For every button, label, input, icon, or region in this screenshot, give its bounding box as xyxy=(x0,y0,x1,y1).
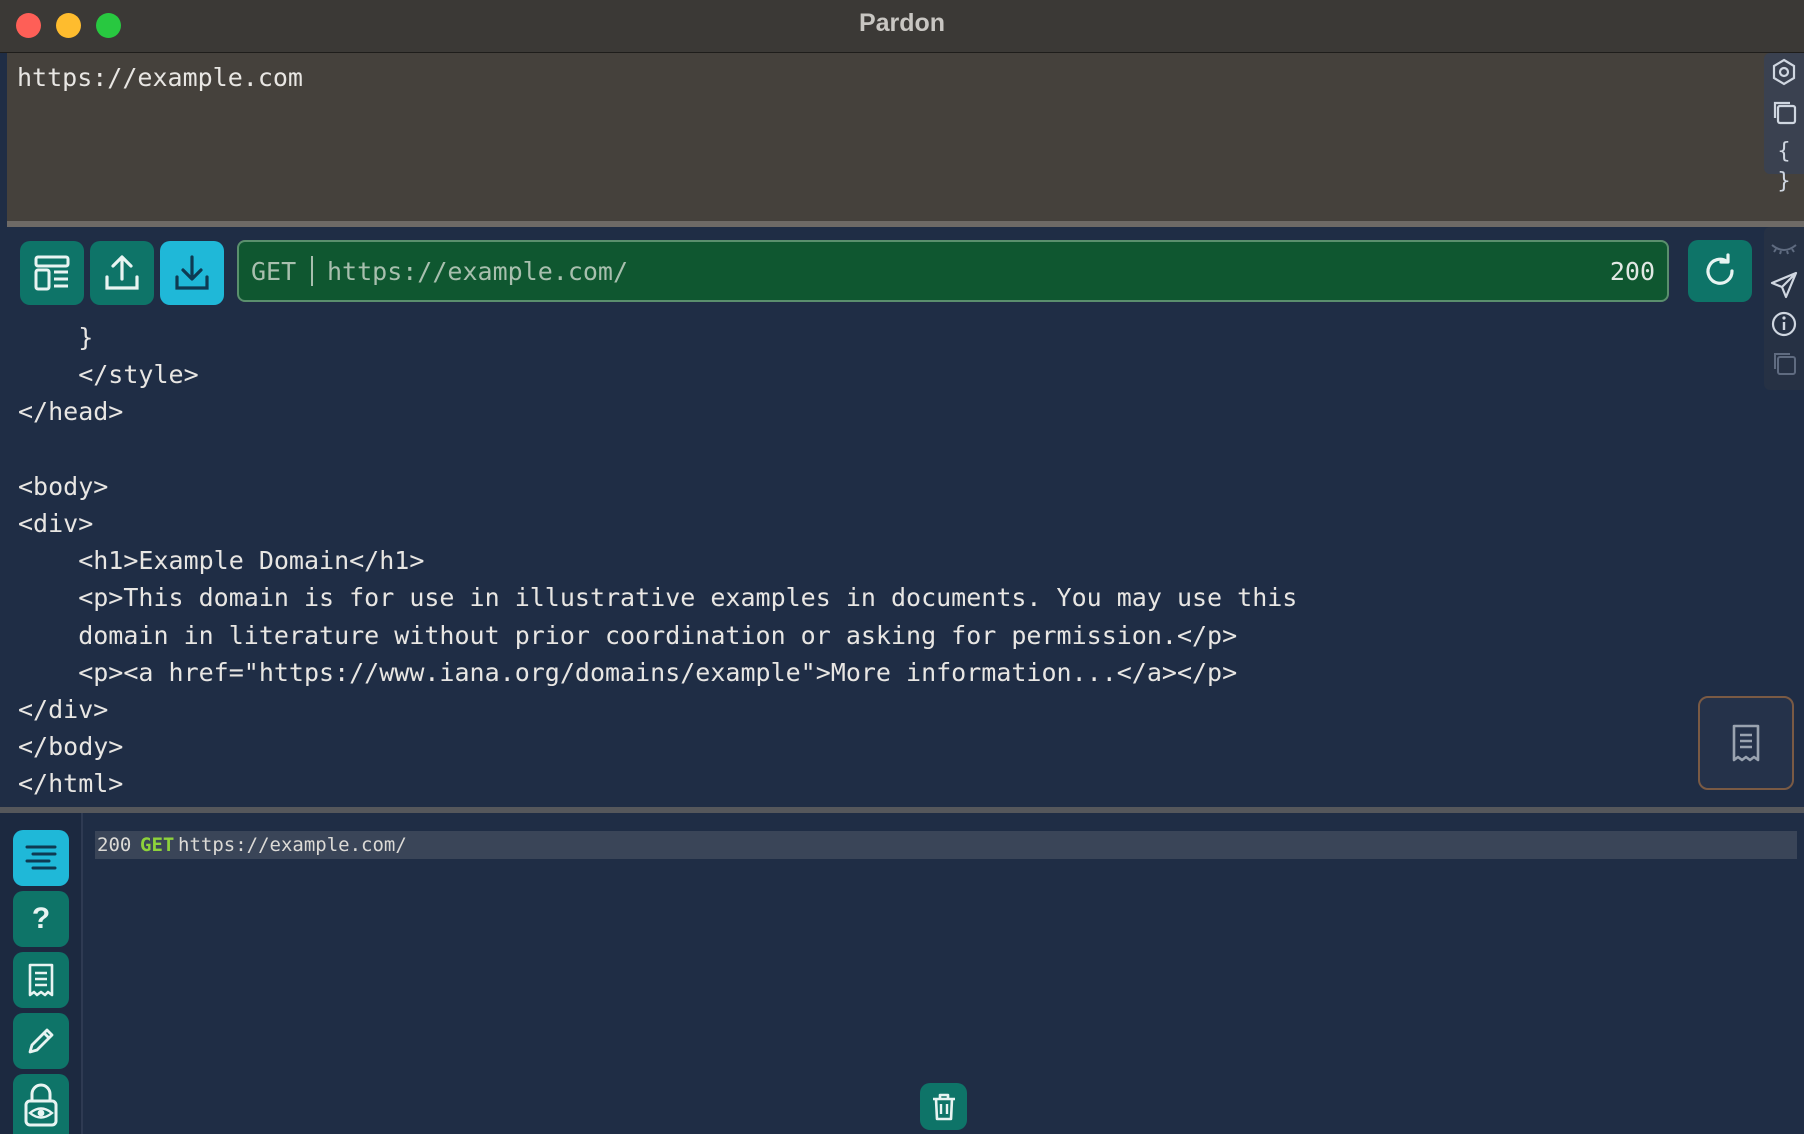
list-icon xyxy=(25,845,57,870)
copy-icon[interactable] xyxy=(1769,348,1799,378)
status-code: 200 xyxy=(1609,257,1655,286)
code-line: <h1>Example Domain</h1> xyxy=(18,546,425,576)
upload-icon xyxy=(105,255,139,290)
pencil-icon xyxy=(28,1028,54,1054)
secrets-button[interactable] xyxy=(13,1074,69,1134)
copy-icon[interactable] xyxy=(1769,97,1799,127)
code-line: <p><a href="https://www.iana.org/domains… xyxy=(18,657,1238,687)
left-rail: ? xyxy=(0,813,83,1134)
receipt-button[interactable] xyxy=(1698,696,1794,790)
history-panel: ? 200 GET https://example.com/ xyxy=(0,813,1804,1134)
help-button[interactable]: ? xyxy=(13,891,69,947)
receipt-rail-button[interactable] xyxy=(13,952,69,1008)
download-button[interactable] xyxy=(160,241,224,305)
edit-button[interactable] xyxy=(13,1013,69,1069)
history-url: https://example.com/ xyxy=(178,834,407,856)
response-panel: GET https://example.com/ 200 } </style> … xyxy=(7,227,1804,807)
refresh-button[interactable] xyxy=(1688,240,1752,302)
url-separator xyxy=(311,256,313,286)
url-method: GET xyxy=(251,257,297,286)
receipt-icon xyxy=(1732,724,1760,762)
code-line: </div> xyxy=(18,695,109,725)
code-line: </head> xyxy=(18,397,124,427)
code-line: <body> xyxy=(18,471,109,501)
lock-eye-icon xyxy=(24,1083,58,1127)
code-line: </body> xyxy=(18,732,124,762)
window-title: Pardon xyxy=(858,9,946,37)
history-status: 200 xyxy=(97,834,132,856)
code-line: } xyxy=(18,323,94,352)
trash-icon xyxy=(932,1093,955,1120)
request-text[interactable]: https://example.com xyxy=(17,63,303,92)
download-icon xyxy=(175,255,209,290)
refresh-icon xyxy=(1706,253,1734,285)
upload-button[interactable] xyxy=(90,241,154,305)
info-icon[interactable] xyxy=(1769,309,1799,339)
eye-closed-icon[interactable] xyxy=(1769,233,1799,263)
response-body[interactable]: } </style> </head> <body> <div> <h1>Exam… xyxy=(18,319,1297,803)
code-line: domain in literature without prior coord… xyxy=(18,620,1238,650)
history-row[interactable]: 200 GET https://example.com/ xyxy=(95,831,1797,859)
receipt-icon xyxy=(28,963,54,997)
history-method: GET xyxy=(140,834,175,856)
layout-icon xyxy=(34,255,70,291)
code-line: </html> xyxy=(18,769,124,799)
history-list-button[interactable] xyxy=(13,830,69,886)
help-icon: ? xyxy=(31,902,51,935)
code-line: </style> xyxy=(18,360,199,390)
settings-hexagon-icon[interactable] xyxy=(1769,57,1799,87)
clear-history-button[interactable] xyxy=(920,1083,967,1130)
send-icon[interactable] xyxy=(1769,270,1799,300)
url-bar[interactable]: GET https://example.com/ 200 xyxy=(237,240,1669,302)
right-toolbar-mid xyxy=(1764,227,1804,390)
title-bar: Pardon xyxy=(0,0,1804,53)
layout-button[interactable] xyxy=(20,241,84,305)
url-text[interactable]: https://example.com/ xyxy=(327,257,628,286)
braces-icon[interactable]: { } xyxy=(1769,137,1799,194)
code-line: <div> xyxy=(18,509,94,539)
right-toolbar-top: { } xyxy=(1764,53,1804,194)
code-line: <p>This domain is for use in illustrativ… xyxy=(18,583,1298,613)
request-editor[interactable]: https://example.com xyxy=(7,53,1804,227)
